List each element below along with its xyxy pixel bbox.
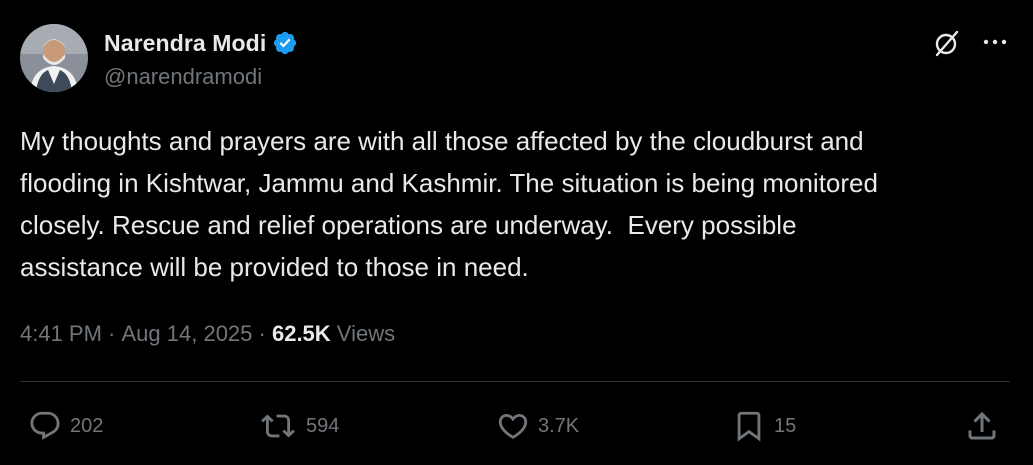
- tweet-meta: 4:41 PM · Aug 14, 2025 · 62.5K Views: [20, 318, 395, 350]
- grok-icon[interactable]: [932, 28, 962, 58]
- reply-icon: [28, 409, 62, 443]
- repost-button[interactable]: 594: [258, 406, 339, 446]
- heart-icon: [496, 409, 530, 443]
- author-display-name[interactable]: Narendra Modi: [104, 30, 266, 57]
- avatar-image: [20, 24, 88, 92]
- repost-icon: [258, 409, 298, 443]
- tweet-text: My thoughts and prayers are with all tho…: [20, 126, 878, 282]
- reply-button[interactable]: 202: [28, 406, 103, 446]
- views-label: Views: [330, 321, 396, 346]
- like-button[interactable]: 3.7K: [496, 406, 579, 446]
- bookmark-button[interactable]: 15: [732, 406, 796, 446]
- views-count: 62.5K: [271, 321, 331, 346]
- tweet-date[interactable]: Aug 14, 2025: [122, 321, 253, 347]
- share-icon: [964, 408, 1000, 444]
- divider: [20, 381, 1010, 382]
- author-handle[interactable]: @narendramodi: [104, 64, 262, 90]
- more-icon[interactable]: [980, 32, 1010, 52]
- bookmark-icon: [732, 407, 766, 445]
- repost-count: 594: [306, 414, 340, 437]
- like-count: 3.7K: [538, 414, 580, 437]
- author-name-row: Narendra Modi: [104, 28, 298, 58]
- meta-separator: ·: [252, 321, 272, 346]
- meta-separator: ·: [101, 321, 122, 346]
- share-button[interactable]: [964, 406, 1000, 446]
- tweet-time[interactable]: 4:41 PM: [20, 321, 102, 347]
- reply-count: 202: [70, 414, 104, 437]
- bookmark-count: 15: [774, 414, 797, 437]
- avatar[interactable]: [20, 24, 88, 92]
- tweet-card: Narendra Modi @narendramodi My thoughts …: [0, 0, 1033, 465]
- verified-badge-icon[interactable]: [272, 30, 298, 56]
